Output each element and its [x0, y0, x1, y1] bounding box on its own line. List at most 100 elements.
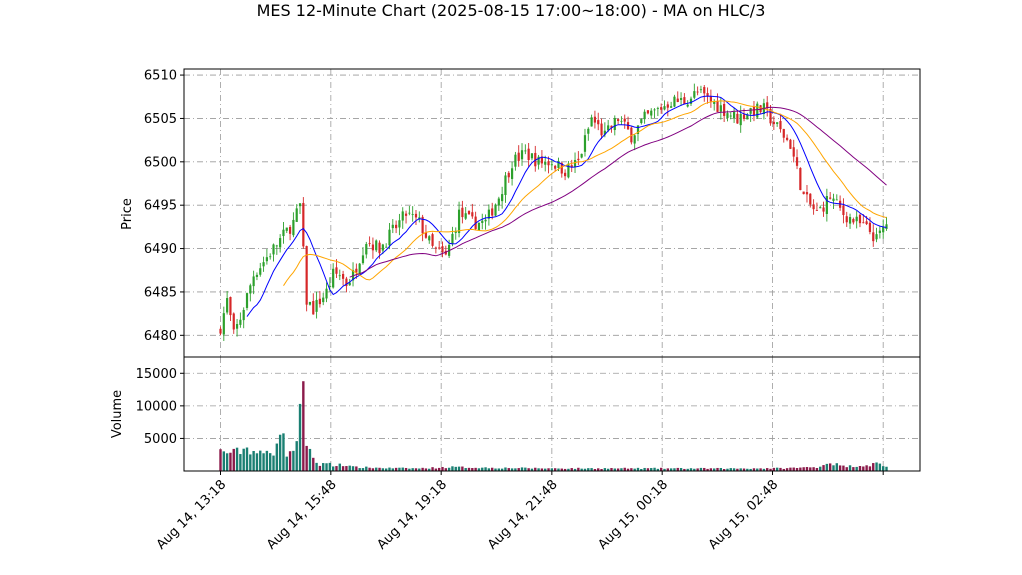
ma-mid-line	[283, 100, 887, 286]
candle-body	[878, 230, 881, 233]
candle-body	[385, 246, 388, 248]
candle-body	[520, 150, 524, 160]
candle-body	[272, 244, 275, 255]
volume-bar	[805, 467, 809, 471]
candle-body	[441, 246, 444, 253]
volume-bar	[457, 466, 461, 471]
volume-bar	[872, 463, 875, 471]
candle-body	[822, 207, 825, 212]
volume-bar	[351, 466, 355, 471]
candle-body	[338, 275, 341, 277]
price-tick-label: 6485	[144, 285, 177, 300]
volume-bar	[331, 466, 335, 471]
candle-body	[809, 193, 812, 205]
candle-body	[547, 161, 550, 166]
x-tick-label: Aug 15, 00:18	[595, 477, 671, 553]
candle-body	[752, 106, 756, 116]
candle-body	[262, 262, 265, 267]
volume-bar	[825, 463, 829, 471]
x-tick-label: Aug 14, 13:18	[154, 477, 230, 553]
candle-body	[550, 164, 553, 166]
candle-body	[315, 299, 318, 312]
volume-bar	[341, 466, 345, 471]
candle-body	[693, 91, 696, 98]
candle-body	[491, 208, 494, 216]
candle-body	[633, 135, 636, 144]
candle-body	[368, 243, 371, 244]
candle-body	[451, 233, 454, 245]
volume-tick-label: 15000	[136, 367, 177, 382]
candle-body	[249, 285, 252, 294]
volume-bar	[842, 465, 845, 471]
candle-body	[461, 207, 464, 218]
volume-bar	[219, 449, 222, 471]
volume-bar	[819, 466, 822, 471]
volume-bar	[484, 467, 487, 471]
volume-bar	[288, 451, 292, 471]
candle-body	[229, 297, 232, 316]
candle-body	[580, 153, 583, 158]
candle-body	[858, 214, 862, 224]
candle-body	[650, 110, 653, 116]
candle-body	[663, 106, 666, 110]
candle-body	[736, 113, 739, 124]
volume-bar	[365, 466, 368, 471]
candle-body	[434, 247, 437, 249]
x-tick-label: Aug 14, 15:48	[264, 477, 340, 553]
price-tick-label: 6510	[144, 69, 177, 84]
candle-body	[779, 121, 782, 130]
candle-body	[772, 121, 775, 125]
volume-bar	[328, 462, 332, 471]
candle-body	[242, 309, 245, 321]
volume-bar	[302, 381, 305, 471]
volume-bar	[355, 466, 358, 471]
candle-body	[414, 213, 418, 218]
candle-body	[785, 137, 789, 140]
candle-body	[335, 267, 338, 274]
candle-body	[855, 216, 858, 222]
candle-body	[428, 236, 431, 241]
candle-body	[587, 128, 590, 134]
candle-body	[265, 257, 268, 262]
volume-bar	[401, 467, 404, 471]
candle-body	[756, 103, 759, 118]
candle-body	[723, 103, 726, 116]
candle-body	[411, 214, 414, 215]
candle-body	[882, 227, 885, 233]
candle-body	[219, 328, 222, 334]
volume-bar	[239, 454, 242, 471]
candle-body	[255, 274, 259, 277]
volume-bar	[242, 448, 245, 471]
volume-bar	[262, 453, 265, 471]
candle-body	[259, 268, 262, 275]
volume-bar	[278, 434, 282, 471]
candle-body	[322, 297, 325, 303]
candle-body	[507, 172, 510, 178]
candle-body	[501, 194, 504, 202]
candle-body	[398, 220, 401, 228]
candle-body	[699, 89, 703, 91]
candle-body	[365, 244, 368, 255]
volume-bar	[292, 450, 295, 471]
volume-tick-label: 5000	[144, 432, 177, 447]
candle-body	[467, 210, 471, 215]
volume-bar	[252, 450, 255, 471]
candle-body	[269, 256, 272, 258]
candle-body	[375, 240, 378, 251]
candle-body	[799, 168, 802, 191]
candle-body	[646, 110, 650, 114]
volume-bar	[245, 447, 249, 471]
candle-body	[656, 108, 659, 109]
volume-bar	[322, 463, 325, 471]
volume-bar	[865, 465, 868, 471]
candle-body	[282, 229, 285, 237]
candle-body	[842, 205, 845, 216]
candle-body	[481, 220, 484, 223]
candle-body	[226, 298, 229, 313]
volume-bar	[520, 467, 524, 471]
volume-bar	[345, 466, 348, 471]
volume-bar	[338, 463, 341, 471]
candle-body	[590, 117, 593, 127]
volume-bar	[269, 453, 272, 471]
candle-body	[275, 245, 278, 247]
